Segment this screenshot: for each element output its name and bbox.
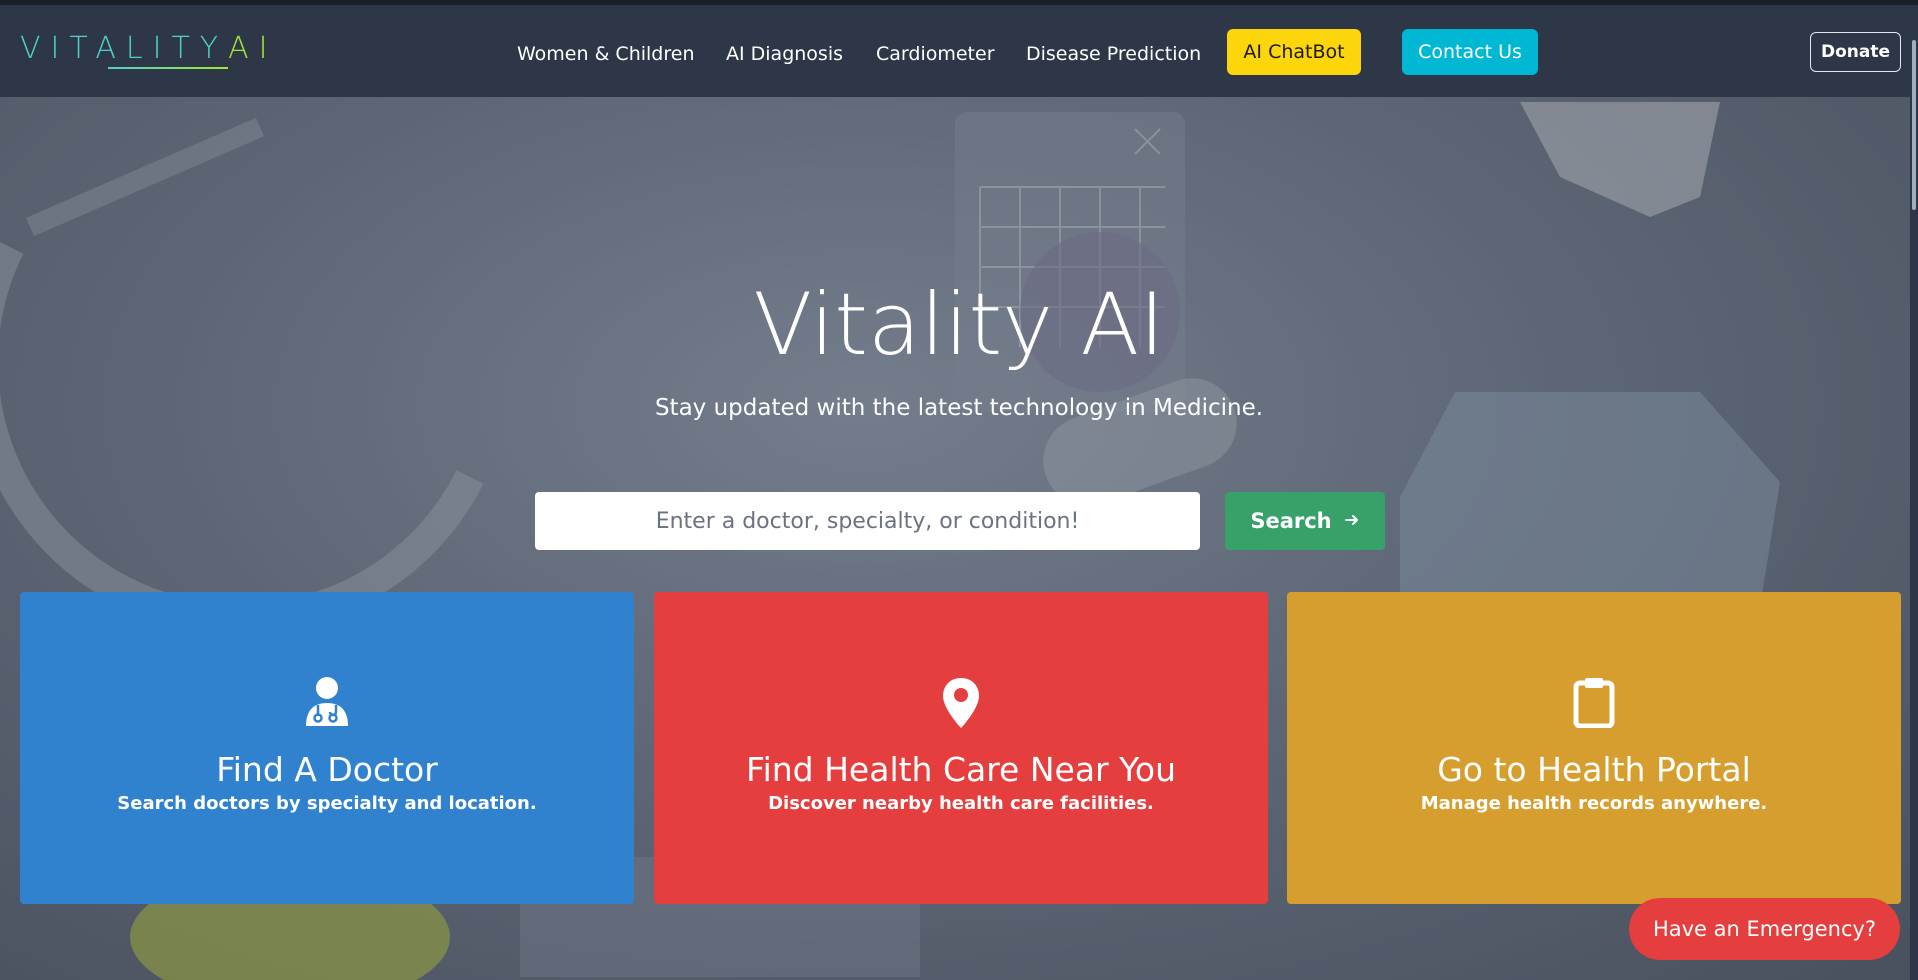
find-doctor-card[interactable]: Find A Doctor Search doctors by specialt… [20,592,634,904]
donate-button[interactable]: Donate [1810,32,1901,72]
nav-link-disease-prediction[interactable]: Disease Prediction [1026,43,1201,65]
search-input[interactable] [535,492,1200,550]
ai-chatbot-button[interactable]: AI ChatBot [1227,29,1361,75]
card-title: Find Health Care Near You [746,750,1176,789]
logo-text-left: VITALITY [20,31,229,66]
card-description: Discover nearby health care facilities. [768,793,1154,814]
navbar: VITALITY AI Women & Children AI Diagnosis… [0,5,1918,97]
nav-link-ai-diagnosis[interactable]: AI Diagnosis [726,43,843,65]
card-description: Manage health records anywhere. [1420,793,1768,814]
nav-link-cardiometer[interactable]: Cardiometer [876,43,995,65]
hero-title: Vitality AI [753,275,1165,375]
logo[interactable]: VITALITY AI [20,31,277,81]
card-title: Go to Health Portal [1437,750,1751,789]
map-pin-icon [654,676,1268,730]
hero-section: Vitality AI Stay updated with the latest… [0,97,1918,980]
scrollbar-thumb[interactable] [1912,40,1916,210]
arrow-right-icon [1344,509,1360,533]
health-portal-card[interactable]: Go to Health Portal Manage health record… [1287,592,1901,904]
find-health-care-card[interactable]: Find Health Care Near You Discover nearb… [654,592,1268,904]
contact-us-button[interactable]: Contact Us [1402,29,1538,75]
logo-underline [108,67,228,69]
card-title: Find A Doctor [216,750,438,789]
doctor-icon [20,676,634,730]
card-description: Search doctors by specialty and location… [117,793,537,814]
emergency-button[interactable]: Have an Emergency? [1629,898,1900,960]
search-button-label: Search [1250,509,1332,533]
nav-link-women-children[interactable]: Women & Children [517,43,695,65]
hero-subtitle: Stay updated with the latest technology … [654,395,1264,421]
search-button[interactable]: Search [1225,492,1385,550]
logo-text-right: AI [228,31,278,66]
clipboard-icon [1287,676,1901,730]
